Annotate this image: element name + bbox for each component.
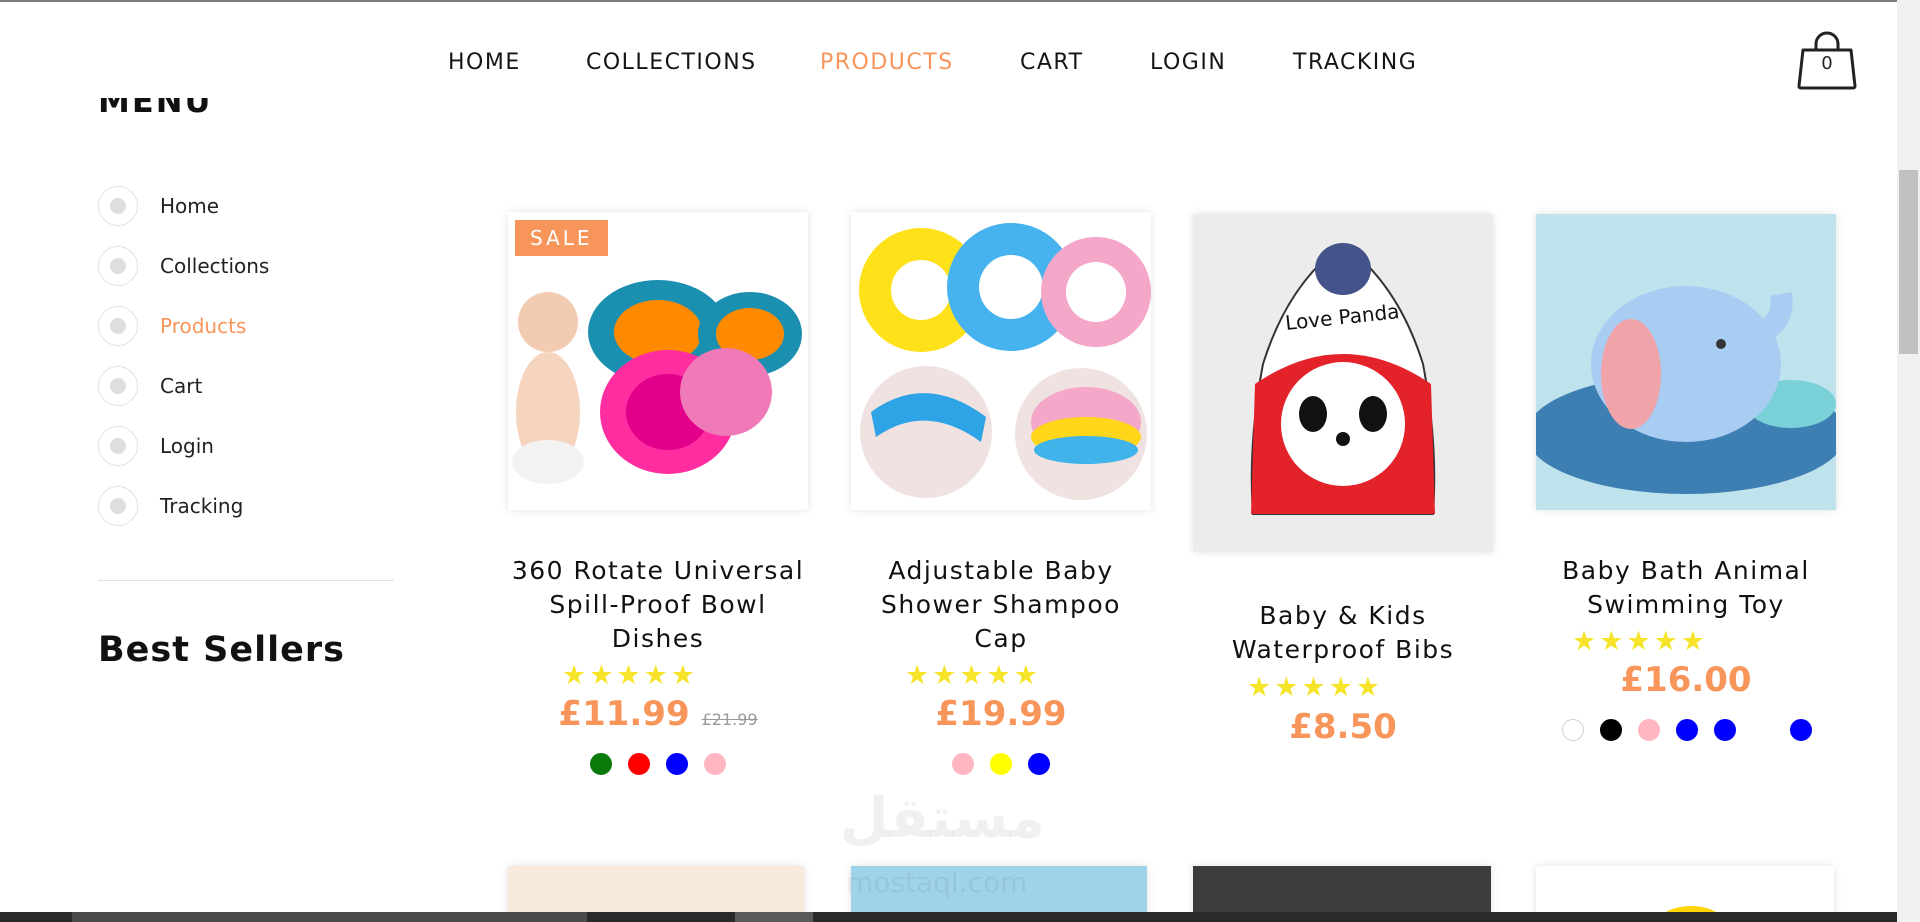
bottom-bar xyxy=(0,912,1897,922)
watermark-url: mostaql.com xyxy=(846,866,1028,899)
color-swatch-green[interactable] xyxy=(590,753,612,775)
nav-tracking-link[interactable]: TRACKING xyxy=(1293,46,1417,80)
nav-cart-link[interactable]: CART xyxy=(1020,46,1084,80)
sidebar-item-home[interactable]: Home xyxy=(98,176,269,236)
sidebar-heading: MENU xyxy=(98,98,213,120)
nav-home-link[interactable]: HOME xyxy=(448,46,521,80)
product-title[interactable]: Adjustable Baby Shower Shampoo Cap xyxy=(851,554,1151,656)
rating-stars-icon: ★★★★★ xyxy=(561,660,699,691)
product-price: £16.00 xyxy=(1536,660,1836,700)
product-title[interactable]: 360 Rotate Universal Spill-Proof Bowl Di… xyxy=(508,554,808,656)
radio-circle-icon xyxy=(98,486,138,526)
bath-toy-image xyxy=(1536,214,1836,510)
nav-login-link[interactable]: LOGIN xyxy=(1150,46,1226,80)
sidebar-item-tracking[interactable]: Tracking xyxy=(98,476,269,536)
original-price: £21.99 xyxy=(701,710,758,729)
product-title[interactable]: Baby & Kids Waterproof Bibs xyxy=(1193,599,1493,667)
watermark-logo: مستقل xyxy=(840,786,1045,851)
nav-collections-link[interactable]: COLLECTIONS xyxy=(586,46,757,80)
color-swatch-blue[interactable] xyxy=(1790,719,1812,741)
scrollbar-track[interactable] xyxy=(1897,0,1920,922)
sidebar-item-products[interactable]: Products xyxy=(98,296,269,356)
radio-circle-icon xyxy=(98,246,138,286)
product-price: £11.99 £21.99 xyxy=(508,694,808,734)
product-image[interactable]: Love Panda xyxy=(1193,214,1493,552)
color-swatch-blue[interactable] xyxy=(1714,719,1736,741)
color-swatch-blue[interactable] xyxy=(666,753,688,775)
color-swatch-white[interactable] xyxy=(1562,719,1584,741)
product-image[interactable]: SALE xyxy=(508,212,808,510)
product-title[interactable]: Baby Bath Animal Swimming Toy xyxy=(1536,554,1836,622)
sidebar-item-collections[interactable]: Collections xyxy=(98,236,269,296)
current-price: £16.00 xyxy=(1620,660,1752,700)
radio-circle-icon xyxy=(98,306,138,346)
best-sellers-heading: Best Sellers xyxy=(98,630,345,670)
radio-circle-icon xyxy=(98,186,138,226)
current-price: £19.99 xyxy=(935,694,1067,734)
color-swatch-empty xyxy=(1752,719,1774,741)
color-swatch-blue[interactable] xyxy=(1676,719,1698,741)
color-swatch-red[interactable] xyxy=(628,753,650,775)
color-swatch-pink[interactable] xyxy=(952,753,974,775)
color-swatches xyxy=(508,753,808,775)
top-border xyxy=(0,0,1920,2)
sidebar-item-label: Collections xyxy=(160,254,270,278)
radio-circle-icon xyxy=(98,426,138,466)
sidebar-menu: Home Collections Products Cart Login Tra… xyxy=(98,176,269,536)
sidebar-item-label: Login xyxy=(160,434,214,458)
scrollbar-thumb[interactable] xyxy=(1899,170,1918,354)
radio-circle-icon xyxy=(98,366,138,406)
current-price: £11.99 xyxy=(558,694,690,734)
product-price: £8.50 xyxy=(1193,707,1493,747)
sidebar-item-label: Products xyxy=(160,314,247,338)
color-swatch-pink[interactable] xyxy=(704,753,726,775)
sidebar-divider xyxy=(98,580,394,581)
main-nav: HOME COLLECTIONS PRODUCTS CART LOGIN TRA… xyxy=(0,46,1920,86)
product-price: £19.99 xyxy=(851,694,1151,734)
sidebar-item-label: Cart xyxy=(160,374,203,398)
color-swatches xyxy=(851,753,1151,775)
color-swatches xyxy=(1554,719,1854,741)
sidebar-item-login[interactable]: Login xyxy=(98,416,269,476)
shampoo-cap-image xyxy=(859,223,1151,500)
product-image[interactable] xyxy=(1536,214,1836,510)
sale-badge: SALE xyxy=(515,220,608,256)
shopping-bag-button[interactable]: 0 xyxy=(1795,30,1859,92)
color-swatch-blue[interactable] xyxy=(1028,753,1050,775)
color-swatch-pink[interactable] xyxy=(1638,719,1660,741)
nav-products-link[interactable]: PRODUCTS xyxy=(820,46,954,80)
color-swatch-yellow[interactable] xyxy=(990,753,1012,775)
color-swatch-black[interactable] xyxy=(1600,719,1622,741)
spill-proof-bowl-image xyxy=(512,280,802,484)
sidebar-item-cart[interactable]: Cart xyxy=(98,356,269,416)
sidebar-item-label: Tracking xyxy=(160,494,244,518)
rating-stars-icon: ★★★★★ xyxy=(1246,672,1384,703)
cart-count-badge: 0 xyxy=(1821,53,1833,74)
current-price: £8.50 xyxy=(1289,707,1397,747)
panda-bib-image: Love Panda xyxy=(1193,214,1493,552)
sidebar-item-label: Home xyxy=(160,194,220,218)
rating-stars-icon: ★★★★★ xyxy=(904,660,1042,691)
rating-stars-icon: ★★★★★ xyxy=(1571,626,1709,657)
product-image[interactable] xyxy=(851,212,1151,510)
